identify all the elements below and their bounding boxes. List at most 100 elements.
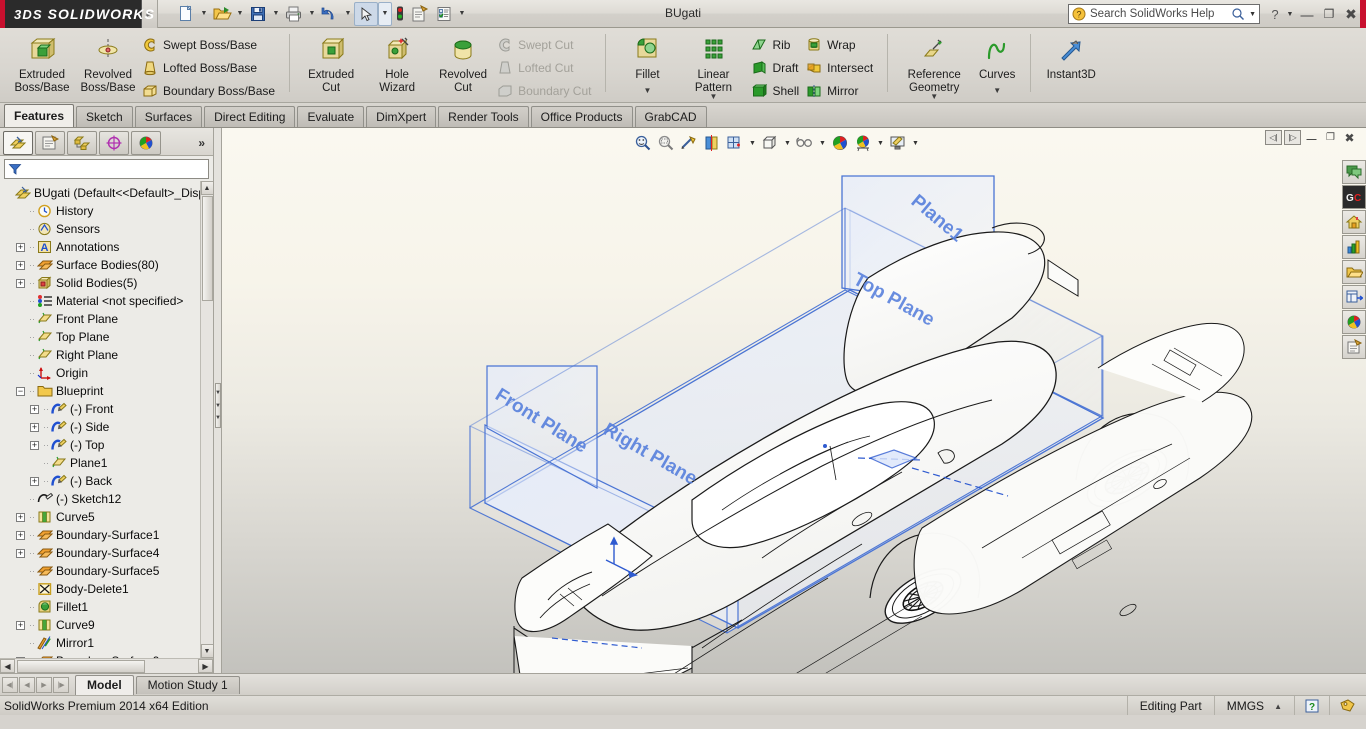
tree-expand-icon[interactable]: + (30, 422, 39, 432)
file-explorer-button[interactable] (1342, 235, 1366, 259)
curves-button[interactable]: Curves (972, 31, 1022, 82)
tree-item-top[interactable]: + ·· (-) Top (0, 436, 213, 454)
tree-scroll-right-button[interactable]: ▶ (198, 659, 213, 673)
tree-scroll-left-button[interactable]: ◀ (0, 659, 15, 673)
previous-view-button[interactable] (678, 132, 700, 154)
feature-tree[interactable]: BUgati (Default<<Default>_Displ ·· History… (0, 181, 213, 658)
new-document-caret[interactable]: ▼ (198, 2, 210, 26)
nav-last-button[interactable]: |▶ (53, 676, 69, 693)
undo-caret[interactable]: ▼ (342, 2, 354, 26)
tree-item-mirror1[interactable]: ·· Mirror1 (0, 634, 213, 652)
tree-item-annotations[interactable]: + ·· A Annotations (0, 238, 213, 256)
status-tag-cell[interactable] (1329, 696, 1366, 716)
view-settings-button[interactable] (887, 132, 909, 154)
minimize-window-button[interactable]: ⎼ (1296, 3, 1318, 25)
tree-expand-icon[interactable]: + (30, 404, 39, 414)
tree-expand-icon[interactable]: + (16, 278, 25, 288)
tree-vertical-scrollbar[interactable]: ▲ ▼ (200, 181, 213, 658)
tree-scroll-down-button[interactable]: ▼ (200, 644, 213, 658)
open-document-button[interactable] (210, 2, 234, 26)
select-tool-caret[interactable]: ▼ (378, 1, 392, 26)
pane-left-icon[interactable]: ◁| (1265, 130, 1282, 145)
swept-boss-base-button[interactable]: Swept Boss/Base (141, 33, 281, 56)
tab-sketch[interactable]: Sketch (76, 106, 133, 127)
reference-geometry-dropdown-caret[interactable]: ▼ (896, 92, 972, 101)
tree-collapse-icon[interactable]: − (16, 386, 25, 396)
rebuild-button[interactable] (392, 2, 408, 26)
curves-dropdown-caret[interactable]: ▼ (972, 86, 1022, 95)
solidworks-resources-button[interactable] (1342, 160, 1366, 184)
status-help-cell[interactable]: ? (1294, 696, 1329, 716)
close-window-button[interactable]: ✖ (1340, 3, 1362, 25)
tab-surfaces[interactable]: Surfaces (134, 106, 203, 127)
property-manager-tab[interactable] (35, 130, 65, 155)
close-document-button[interactable]: ✖ (1341, 130, 1358, 145)
swept-cut-button[interactable]: Swept Cut (496, 33, 597, 56)
appearances-scenes-button[interactable] (1342, 310, 1366, 334)
properties-button[interactable] (432, 2, 456, 26)
save-document-caret[interactable]: ▼ (270, 2, 282, 26)
tree-scroll-up-button[interactable]: ▲ (200, 181, 213, 195)
minimize-document-button[interactable]: ⎼ (1303, 130, 1320, 145)
hole-wizard-button[interactable]: Hole Wizard (364, 31, 430, 94)
fillet-dropdown-caret[interactable]: ▼ (614, 86, 680, 95)
bottom-tab-motion-study[interactable]: Motion Study 1 (135, 675, 240, 694)
design-library-button[interactable] (1342, 210, 1366, 234)
pane-right-icon[interactable]: |▷ (1284, 130, 1301, 145)
configuration-manager-tab[interactable] (67, 130, 97, 155)
properties-caret[interactable]: ▼ (456, 2, 468, 26)
tab-overflow-button[interactable]: » (198, 136, 211, 150)
tree-expand-icon[interactable]: + (16, 530, 25, 540)
nav-previous-button[interactable]: ◀ (19, 676, 35, 693)
intersect-button[interactable]: Intersect (805, 56, 879, 79)
nav-first-button[interactable]: ◀| (2, 676, 18, 693)
reference-geometry-button[interactable]: Reference Geometry (896, 31, 972, 94)
tree-item-curve9[interactable]: + ·· Curve9 (0, 616, 213, 634)
view-orientation-caret[interactable]: ▼ (747, 132, 758, 154)
tree-item-boundary-surface5[interactable]: ·· Boundary-Surface5 (0, 562, 213, 580)
boundary-boss-base-button[interactable]: Boundary Boss/Base (141, 79, 281, 102)
mirror-button[interactable]: Mirror (805, 79, 879, 102)
help-search-box[interactable]: ? Search SolidWorks Help ▼ (1068, 4, 1260, 24)
hide-show-items-caret[interactable]: ▼ (817, 132, 828, 154)
tree-item-side[interactable]: + ·· (-) Side (0, 418, 213, 436)
help-caret[interactable]: ▼ (1284, 2, 1296, 26)
tab-grabcad[interactable]: GrabCAD (634, 106, 707, 127)
display-style-caret[interactable]: ▼ (782, 132, 793, 154)
rib-button[interactable]: Rib (750, 33, 805, 56)
tab-render-tools[interactable]: Render Tools (438, 106, 529, 127)
display-manager-tab[interactable] (131, 130, 161, 155)
print-document-button[interactable] (282, 2, 306, 26)
tree-item-back[interactable]: + ·· (-) Back (0, 472, 213, 490)
tree-item-right-plane[interactable]: ·· Right Plane (0, 346, 213, 364)
help-icon[interactable]: ? (1266, 3, 1284, 25)
tree-item-curve5[interactable]: + ·· Curve5 (0, 508, 213, 526)
tree-expand-icon[interactable]: + (16, 512, 25, 522)
tree-filter-box[interactable] (4, 159, 209, 179)
custom-properties-button[interactable] (1342, 335, 1366, 359)
tree-item-boundary-surface9[interactable]: +·· Boundary-Surface9 (0, 652, 213, 658)
tree-item-front-plane[interactable]: ·· Front Plane (0, 310, 213, 328)
tree-item-solid-bodies-5[interactable]: + ·· Solid Bodies(5) (0, 274, 213, 292)
section-view-button[interactable] (701, 132, 723, 154)
restore-document-button[interactable]: ❐ (1322, 130, 1339, 145)
status-units-caret[interactable]: ▲ (1274, 702, 1282, 711)
panel-splitter[interactable]: ▼ ▼ ▼ (214, 128, 222, 673)
fillet-button[interactable]: Fillet (614, 31, 680, 82)
search-button[interactable] (1342, 260, 1366, 284)
tree-item-material-not-specified[interactable]: ·· Material <not specified> (0, 292, 213, 310)
restore-window-button[interactable]: ❐ (1318, 3, 1340, 25)
view-palette-button[interactable] (1342, 285, 1366, 309)
view-settings-caret[interactable]: ▼ (910, 132, 921, 154)
display-style-button[interactable] (759, 132, 781, 154)
splitter-grip[interactable]: ▼ ▼ ▼ (215, 383, 221, 428)
tree-expand-icon[interactable]: + (16, 620, 25, 630)
save-document-button[interactable] (246, 2, 270, 26)
view-orientation-button[interactable] (724, 132, 746, 154)
lofted-cut-button[interactable]: Lofted Cut (496, 56, 597, 79)
edit-appearance-button[interactable] (829, 132, 851, 154)
tree-item-front[interactable]: + ·· (-) Front (0, 400, 213, 418)
dimxpert-manager-tab[interactable] (99, 130, 129, 155)
nav-next-button[interactable]: ▶ (36, 676, 52, 693)
tree-expand-icon[interactable]: + (16, 242, 25, 252)
